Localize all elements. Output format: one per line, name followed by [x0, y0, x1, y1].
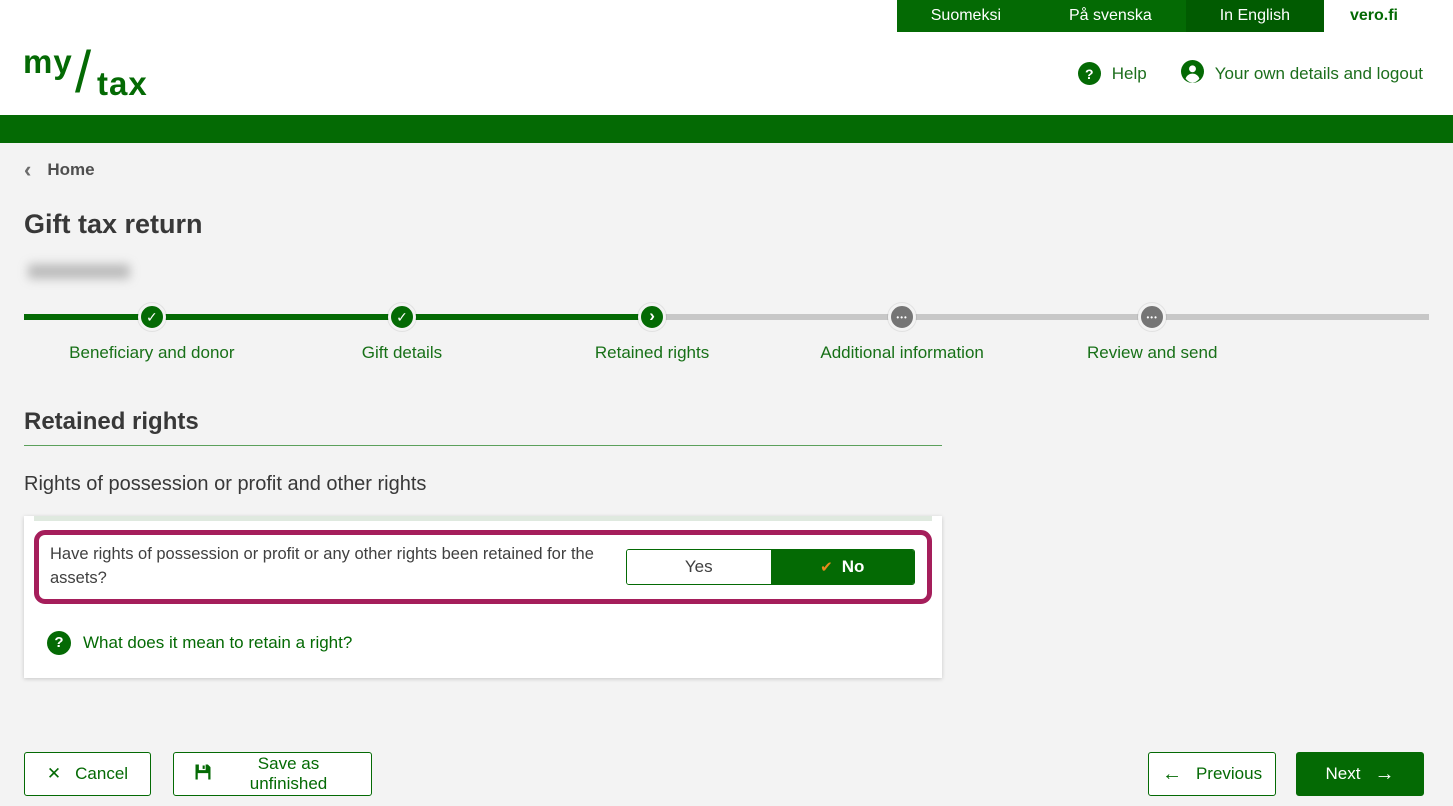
cancel-label: Cancel	[75, 764, 128, 784]
taxpayer-name-redacted	[28, 264, 130, 279]
header-links: ? Help Your own details and logout	[1078, 60, 1423, 88]
subsection-heading: Rights of possession or profit and other…	[24, 473, 1429, 496]
section-underline	[24, 445, 942, 446]
help-icon: ?	[1078, 62, 1101, 85]
green-band	[0, 115, 1453, 143]
toggle-option-yes[interactable]: Yes	[627, 550, 771, 584]
next-button[interactable]: Next →	[1296, 752, 1424, 796]
step-circle-review-and-send[interactable]: •••	[1138, 303, 1166, 331]
yes-label: Yes	[685, 557, 713, 577]
yes-no-toggle: Yes ✔ No	[626, 549, 915, 585]
chevron-right-icon: ›	[649, 306, 655, 326]
step-label-beneficiary-and-donor[interactable]: Beneficiary and donor	[69, 343, 234, 363]
step-label-gift-details[interactable]: Gift details	[362, 343, 442, 363]
step-circle-gift-details[interactable]: ✓	[388, 303, 416, 331]
mytax-page: Suomeksi På svenska In English vero.fi m…	[0, 0, 1453, 806]
logo-text-my: my	[23, 43, 73, 81]
save-icon	[194, 763, 212, 786]
help-label: Help	[1112, 64, 1147, 84]
cancel-button[interactable]: ✕ Cancel	[24, 752, 151, 796]
person-icon	[1181, 60, 1204, 88]
lang-pa-svenska[interactable]: På svenska	[1035, 0, 1186, 32]
next-label: Next	[1326, 764, 1361, 784]
no-label: No	[842, 557, 865, 577]
step-circle-additional-information[interactable]: •••	[888, 303, 916, 331]
language-bar: Suomeksi På svenska In English vero.fi	[0, 0, 1453, 32]
chevron-left-icon: ‹	[24, 161, 31, 179]
step-circle-beneficiary-and-donor[interactable]: ✓	[138, 303, 166, 331]
help-link-label: What does it mean to retain a right?	[83, 633, 352, 653]
card-body: Have rights of possession or profit or a…	[24, 521, 942, 678]
highlighted-question-row: Have rights of possession or profit or a…	[34, 530, 932, 604]
x-icon: ✕	[47, 764, 61, 784]
page-title: Gift tax return	[24, 209, 1429, 240]
breadcrumb-home[interactable]: ‹ Home	[24, 160, 95, 180]
lang-in-english[interactable]: In English	[1186, 0, 1324, 32]
language-switcher: Suomeksi På svenska In English	[897, 0, 1324, 32]
toggle-option-no[interactable]: ✔ No	[771, 550, 915, 584]
app-header: my / tax ? Help Your own details and log…	[0, 32, 1453, 115]
stepper-track-progress	[24, 314, 652, 320]
previous-button[interactable]: ← Previous	[1148, 752, 1276, 796]
verofi-link[interactable]: vero.fi	[1324, 0, 1453, 32]
question-mark-icon: ?	[47, 631, 71, 655]
step-label-additional-information[interactable]: Additional information	[820, 343, 983, 363]
account-logout-label: Your own details and logout	[1215, 64, 1423, 84]
ellipsis-icon: •••	[1147, 313, 1158, 322]
retain-right-help-link[interactable]: ? What does it mean to retain a right?	[47, 631, 352, 655]
arrow-left-icon: ←	[1162, 764, 1182, 784]
logo-text-tax: tax	[97, 65, 148, 103]
save-label: Save as unfinished	[226, 754, 351, 794]
section-heading: Retained rights	[24, 408, 1429, 436]
save-as-unfinished-button[interactable]: Save as unfinished	[173, 752, 372, 796]
arrow-right-icon: →	[1374, 764, 1394, 784]
logo-slash: /	[75, 39, 91, 106]
previous-label: Previous	[1196, 764, 1262, 784]
main-content: ‹ Home Gift tax return ✓ ✓ › ••• ••• Ben…	[0, 143, 1453, 806]
footer-action-bar: ✕ Cancel Save as unfinished ← Previous	[24, 752, 1424, 796]
step-circle-retained-rights[interactable]: ›	[638, 303, 666, 331]
mytax-logo[interactable]: my / tax	[23, 43, 183, 105]
check-icon: ✓	[146, 309, 158, 326]
breadcrumb-label: Home	[47, 160, 94, 180]
question-text: Have rights of possession or profit or a…	[49, 543, 621, 591]
ellipsis-icon: •••	[896, 313, 907, 322]
lang-suomeksi[interactable]: Suomeksi	[897, 0, 1035, 32]
help-button[interactable]: ? Help	[1078, 62, 1147, 85]
account-logout-button[interactable]: Your own details and logout	[1181, 60, 1423, 88]
question-card: Have rights of possession or profit or a…	[24, 516, 942, 678]
step-label-review-and-send[interactable]: Review and send	[1087, 343, 1217, 363]
step-label-retained-rights[interactable]: Retained rights	[595, 343, 709, 363]
progress-stepper: ✓ ✓ › ••• ••• Beneficiary and donor Gift…	[24, 303, 1429, 369]
check-icon: ✓	[396, 309, 408, 326]
check-icon: ✔	[820, 558, 833, 576]
